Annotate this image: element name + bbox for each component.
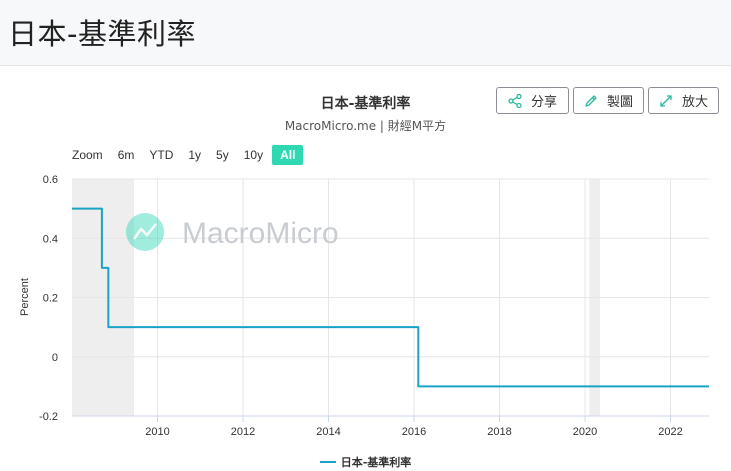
x-tick-label: 2010	[145, 426, 169, 438]
draw-chart-button[interactable]: 製圖	[573, 87, 644, 114]
range-option-6m[interactable]: 6m	[112, 145, 141, 165]
range-option-10y[interactable]: 10y	[238, 145, 269, 165]
y-tick-label: 0.6	[43, 174, 58, 186]
x-tick-label: 2014	[316, 426, 340, 438]
grid-lines	[72, 178, 709, 417]
watermark-text: MacroMicro	[182, 217, 339, 250]
x-tick-label: 2012	[231, 426, 255, 438]
range-option-ytd[interactable]: YTD	[143, 145, 179, 165]
legend-swatch	[319, 461, 336, 463]
x-tick-label: 2018	[487, 426, 511, 438]
axes: -0.2 0 0.2 0.4 0.6 2010 2012 2014 2016 2018 2020 20…	[39, 174, 709, 438]
share-button[interactable]: 分享	[496, 87, 569, 114]
x-tick-label: 2016	[402, 426, 426, 438]
range-option-1y[interactable]: 1y	[182, 145, 207, 165]
range-option-all[interactable]: All	[272, 145, 304, 165]
chart-subtitle: MacroMicro.me | 財經M平方	[284, 119, 447, 133]
pencil-icon	[585, 94, 597, 107]
enlarge-button-label: 放大	[681, 95, 708, 110]
y-tick-label: -0.2	[39, 411, 58, 423]
range-selector-label: Zoom	[72, 148, 103, 162]
y-tick-label: 0.4	[43, 233, 58, 245]
x-tick-label: 2022	[658, 426, 682, 438]
page-title: 日本-基準利率	[8, 17, 196, 51]
enlarge-button[interactable]: 放大	[648, 87, 719, 114]
watermark: MacroMicro	[126, 213, 339, 251]
y-tick-label: 0.2	[43, 293, 58, 305]
range-selector: Zoom 6m YTD 1y 5y 10y All	[72, 144, 306, 166]
legend[interactable]: 日本-基準利率	[0, 454, 731, 470]
draw-chart-button-label: 製圖	[606, 95, 633, 110]
share-button-label: 分享	[530, 95, 557, 110]
range-option-5y[interactable]: 5y	[210, 145, 235, 165]
y-axis-label: Percent	[19, 278, 31, 316]
legend-label: 日本-基準利率	[340, 456, 412, 469]
expand-icon	[660, 94, 672, 107]
page-header: 日本-基準利率	[0, 0, 731, 66]
share-icon	[508, 93, 522, 108]
x-tick-label: 2020	[573, 426, 597, 438]
chart-card: MacroMicro -0.2 0 0.2 0.4 0.6 2010 2012 2014 201…	[0, 67, 731, 471]
y-tick-label: 0	[52, 352, 58, 364]
